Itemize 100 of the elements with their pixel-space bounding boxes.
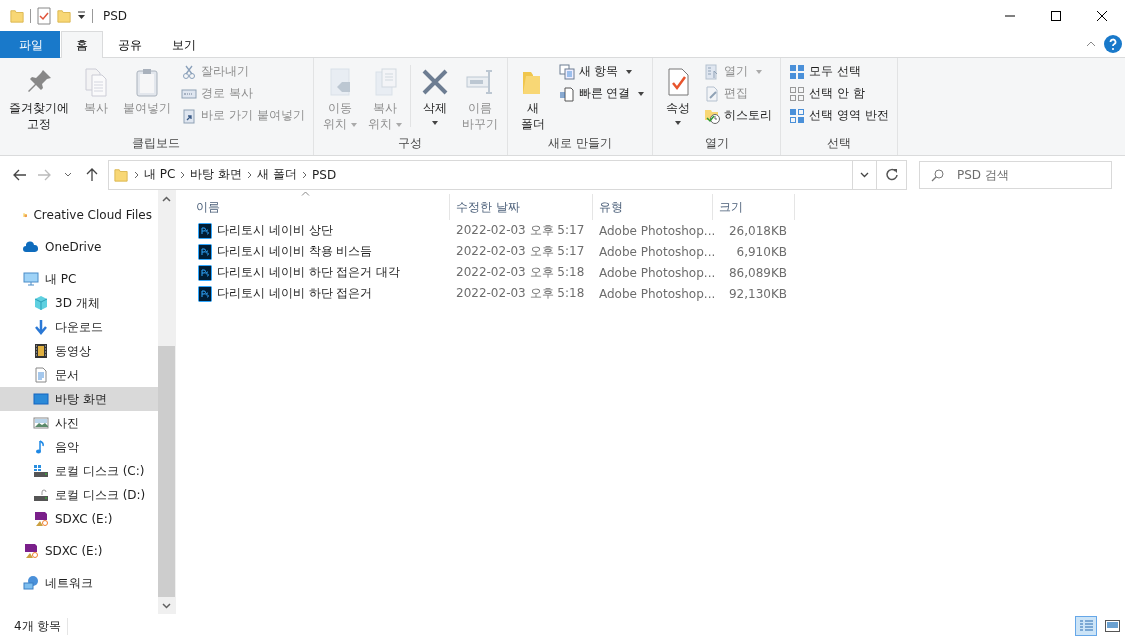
computer-icon [23, 271, 39, 287]
chevron-right-icon [302, 170, 308, 179]
nav-item[interactable]: 다운로드 [0, 315, 158, 339]
refresh-icon [885, 168, 898, 181]
window-title: PSD [103, 8, 128, 23]
ribbon-tab[interactable]: 홈 [61, 31, 103, 58]
file-size: 86,089KB [727, 265, 788, 280]
ribbon-button[interactable]: 속성 [657, 61, 700, 127]
file-name[interactable]: 다리토시 네이비 하단 접은거 [217, 285, 373, 302]
ribbon-button[interactable]: 선택 안 함 [785, 83, 894, 104]
nav-item[interactable]: 로컬 디스크 (C:) [0, 459, 158, 483]
scroll-down-icon [162, 602, 171, 609]
nav-item[interactable]: SDXC (E:) [0, 539, 158, 563]
nav-item[interactable]: 내 PC [0, 267, 158, 291]
ribbon-tab[interactable]: 파일 [0, 31, 60, 58]
file-type: Adobe Photoshop... [598, 286, 713, 301]
forward-arrow-icon [37, 168, 51, 181]
photoshop-file-icon [198, 243, 212, 260]
sort-ascending-icon [301, 191, 310, 196]
nav-item[interactable]: OneDrive [0, 235, 158, 259]
nav-item[interactable]: 네트워크 [0, 571, 158, 595]
nav-item[interactable]: 바탕 화면 [0, 387, 158, 411]
modified-date: 2022-02-03 오후 5:17 [455, 222, 586, 239]
file-name[interactable]: 다리토시 네이비 하단 접은거 대각 [217, 264, 401, 281]
cloud-icon [23, 239, 39, 255]
edit-icon [704, 85, 721, 102]
file-size: 26,018KB [727, 223, 788, 238]
ribbon-button[interactable]: 빠른 연결 [554, 83, 649, 104]
ribbon-group: 속성 열기 편집 히스토리 열기 [653, 58, 782, 155]
column-header[interactable]: 수정한 날짜 [450, 194, 593, 220]
photoshop-file-icon [198, 222, 212, 239]
breadcrumb[interactable]: PSD [307, 167, 342, 182]
ribbon-button[interactable]: 선택 영역 반전 [785, 105, 894, 126]
column-header[interactable]: 이름 [190, 194, 450, 220]
collapse-ribbon-icon [1086, 41, 1096, 47]
ribbon-group: 이동 위치 복사 위치 삭제 이름 바꾸기 구성 [313, 58, 508, 155]
address-bar[interactable]: 내 PC 바탕 화면 새 폴더 PSD [108, 159, 877, 190]
select-none-icon [789, 85, 806, 102]
nav-item[interactable]: 3D 개체 [0, 291, 158, 315]
nav-item[interactable]: 음악 [0, 435, 158, 459]
invert-selection-icon [789, 107, 806, 124]
download-arrow-icon [33, 319, 49, 335]
dropdown-icon [77, 11, 86, 20]
nav-item[interactable]: 동영상 [0, 339, 158, 363]
nav-item[interactable]: 사진 [0, 411, 158, 435]
ribbon-tab[interactable]: 보기 [157, 31, 211, 58]
column-header[interactable]: 유형 [593, 194, 713, 220]
chevron-down-icon [860, 171, 869, 178]
nav-item[interactable]: Creative Cloud Files [0, 203, 158, 227]
ribbon-tab[interactable]: 공유 [103, 31, 157, 58]
chevron-down-icon [64, 172, 72, 177]
file-type: Adobe Photoshop... [598, 244, 713, 259]
back-arrow-icon [13, 168, 27, 181]
ribbon-button[interactable]: 모두 선택 [785, 61, 894, 82]
nav-item[interactable]: 로컬 디스크 (D:) [0, 483, 158, 507]
cube-icon [33, 295, 49, 311]
history-icon [704, 107, 721, 124]
ribbon-button[interactable]: 삭제 [413, 61, 456, 127]
file-type: Adobe Photoshop... [598, 223, 713, 238]
ribbon-button[interactable]: 새 항목 [554, 61, 649, 82]
file-name[interactable]: 다리토시 네이비 상단 [217, 222, 333, 239]
column-header[interactable]: 크기 [713, 194, 795, 220]
details-view-icon [1078, 619, 1094, 633]
ribbon-group: 즐겨찾기에 고정 복사 붙여넣기 잘라내기 경로 복사 바로 가기 붙여넣기 클립보드 [0, 58, 314, 155]
breadcrumb[interactable]: 바탕 화면 [185, 166, 248, 183]
chevron-right-icon [247, 170, 253, 179]
modified-date: 2022-02-03 오후 5:17 [455, 243, 586, 260]
file-size: 92,130KB [727, 286, 788, 301]
chevron-right-icon [180, 170, 186, 179]
file-name[interactable]: 다리토시 네이비 착용 비스듬 [217, 243, 373, 260]
file-size: 6,910KB [735, 244, 788, 259]
nav-item[interactable]: 문서 [0, 363, 158, 387]
desktop-icon [33, 391, 49, 407]
ribbon-group: 모두 선택 선택 안 함 선택 영역 반전 선택 [781, 58, 899, 155]
network-icon [23, 575, 39, 591]
new-item-icon [558, 63, 575, 80]
ribbon-button[interactable]: 히스토리 [700, 105, 777, 126]
breadcrumb[interactable]: 내 PC [139, 166, 181, 183]
close-icon [1097, 10, 1107, 21]
modified-date: 2022-02-03 오후 5:18 [455, 285, 586, 302]
refresh-button[interactable] [877, 159, 907, 190]
modified-date: 2022-02-03 오후 5:18 [455, 264, 586, 281]
scrollbar-thumb[interactable] [158, 346, 175, 597]
document-icon [33, 367, 49, 383]
ribbon-button[interactable]: 새 폴더 [511, 61, 554, 134]
drive-icon [33, 487, 49, 503]
large-icons-view-icon [1104, 619, 1120, 633]
breadcrumb[interactable]: 새 폴더 [252, 166, 303, 183]
help-icon [1104, 35, 1122, 53]
drive-icon [33, 463, 49, 479]
select-all-icon [789, 63, 806, 80]
search-field[interactable]: PSD 검색 [919, 160, 1112, 189]
ribbon-button[interactable]: 즐겨찾기에 고정 [4, 61, 74, 134]
properties-icon [37, 6, 51, 25]
photoshop-file-icon [198, 285, 212, 302]
nav-item[interactable]: SDXC (E:) [0, 507, 158, 531]
scroll-up-icon [162, 195, 171, 202]
photoshop-file-icon [198, 264, 212, 281]
shortcut-icon [181, 107, 197, 124]
scrollbar[interactable] [158, 190, 175, 614]
